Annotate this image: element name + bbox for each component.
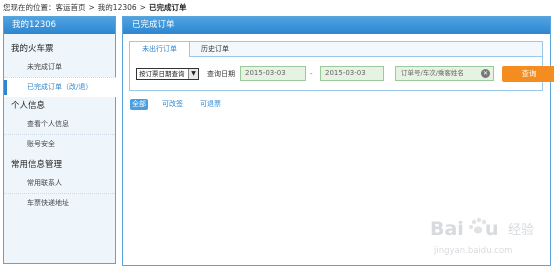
baidu-jingyan-watermark: Bai u 经验 jingyan.baidu.com — [430, 217, 534, 256]
sidebar-item-view-personal-info[interactable]: 查看个人信息 — [4, 115, 115, 134]
end-date-input[interactable]: 2015-03-03 — [320, 66, 384, 81]
sidebar-item-delivery-address[interactable]: 车票快递地址 — [4, 193, 115, 213]
sidebar-title[interactable]: 我的12306 — [4, 17, 115, 34]
tab-history-orders[interactable]: 历史订单 — [190, 42, 240, 56]
order-search-placeholder: 订单号/车次/乘客姓名 — [401, 69, 464, 77]
sidebar-section-tickets: 我的火车票 — [11, 44, 54, 54]
query-type-value: 按订票日期查询 — [139, 70, 185, 78]
sidebar-item-contacts[interactable]: 常用联系人 — [4, 174, 115, 193]
breadcrumb-separator: > — [139, 3, 146, 12]
main-title: 已完成订单 — [123, 17, 550, 34]
clear-icon[interactable]: ✕ — [481, 69, 490, 78]
sidebar: 我的12306 我的火车票 未完成订单 已完成订单（改/退） 个人信息 查看个人… — [3, 16, 116, 264]
svg-text:jingyan.baidu.com: jingyan.baidu.com — [433, 246, 512, 256]
svg-text:Bai: Bai — [430, 218, 464, 240]
sidebar-item-account-security[interactable]: 账号安全 — [4, 134, 115, 154]
breadcrumb-separator: > — [88, 3, 95, 12]
tab-bar: 未出行订单 历史订单 — [130, 42, 542, 57]
date-label: 查询日期 — [207, 70, 235, 78]
sidebar-section-common-info: 常用信息管理 — [11, 160, 63, 170]
breadcrumb-current: 已完成订单 — [148, 3, 187, 12]
start-date-input[interactable]: 2015-03-03 — [240, 66, 306, 81]
breadcrumb-home-link[interactable]: 客运首页 — [56, 3, 86, 12]
order-search-input[interactable]: 订单号/车次/乘客姓名 ✕ — [395, 66, 494, 81]
date-range-dash: - — [310, 70, 313, 78]
sidebar-section-personal-info: 个人信息 — [11, 101, 46, 111]
sidebar-item-finished-orders[interactable]: 已完成订单（改/退） — [4, 77, 116, 97]
sidebar-item-unfinished-orders[interactable]: 未完成订单 — [4, 58, 115, 77]
query-button[interactable]: 查询 — [502, 66, 554, 82]
filter-refundable[interactable]: 可退票 — [200, 99, 221, 110]
chevron-down-icon: ▼ — [188, 69, 198, 79]
breadcrumb-my12306-link[interactable]: 我的12306 — [98, 3, 137, 12]
breadcrumb: 您现在的位置：客运首页 > 我的12306 > 已完成订单 — [3, 3, 186, 13]
page: 您现在的位置：客运首页 > 我的12306 > 已完成订单 我的12306 我的火车票 … — [0, 0, 554, 267]
query-type-select[interactable]: 按订票日期查询 ▼ — [136, 68, 199, 80]
svg-text:经验: 经验 — [508, 222, 534, 238]
query-box: 未出行订单 历史订单 按订票日期查询 ▼ 查询日期 2015-03-03 - 2… — [129, 41, 554, 91]
filter-changeable[interactable]: 可改签 — [162, 99, 183, 110]
breadcrumb-prefix: 您现在的位置： — [3, 3, 56, 12]
tab-upcoming-orders[interactable]: 未出行订单 — [130, 42, 190, 57]
svg-text:u: u — [485, 218, 499, 240]
filter-all[interactable]: 全部 — [130, 99, 148, 110]
